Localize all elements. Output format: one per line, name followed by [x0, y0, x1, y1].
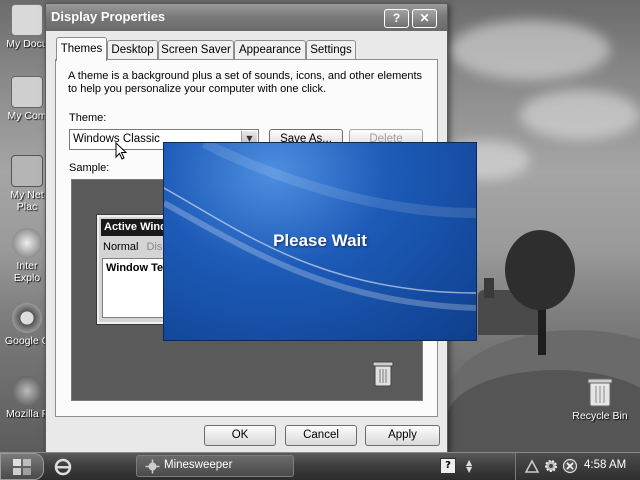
ok-button[interactable]: OK — [204, 425, 276, 446]
network-places-icon — [11, 155, 43, 187]
system-tray: 4:58 AM — [515, 453, 640, 480]
tree-canopy — [505, 230, 575, 310]
cancel-button[interactable]: Cancel — [285, 425, 357, 446]
close-button[interactable]: ✕ — [412, 9, 437, 28]
windows-logo-icon — [13, 459, 31, 475]
help-tray-icon[interactable]: ? — [440, 458, 456, 474]
sample-menu-normal: Normal — [103, 241, 139, 253]
sample-menu-disabled: Dis — [146, 241, 163, 253]
system-clock[interactable]: 4:58 AM — [584, 459, 626, 471]
sample-window-text: Window Te — [106, 262, 164, 274]
cloud — [520, 90, 640, 140]
help-button[interactable]: ? — [384, 9, 409, 28]
sample-label: Sample: — [69, 162, 110, 174]
apply-button[interactable]: Apply — [365, 425, 440, 446]
sample-menu-bar: Normal Dis — [103, 241, 170, 253]
taskbar-button-minesweeper[interactable]: Minesweeper — [136, 455, 294, 477]
please-wait-dialog: Please Wait — [163, 142, 477, 341]
tab-appearance[interactable]: Appearance — [234, 40, 306, 60]
mouse-cursor-icon — [115, 142, 127, 160]
recycle-bin-icon — [587, 378, 613, 407]
taskbar: Minesweeper ? ▲ ▼ 4:58 AM — [0, 452, 640, 480]
start-button[interactable] — [0, 453, 44, 480]
window-title: Display Properties — [51, 9, 166, 24]
please-wait-message: Please Wait — [273, 231, 367, 250]
themes-description: A theme is a background plus a set of so… — [68, 70, 423, 95]
tab-desktop[interactable]: Desktop — [107, 40, 158, 60]
gear-icon[interactable] — [543, 458, 559, 474]
tab-settings[interactable]: Settings — [306, 40, 356, 60]
cloud — [450, 20, 610, 80]
google-chrome-icon — [12, 303, 42, 333]
desktop-icon-recycle-bin[interactable]: Recycle Bin — [570, 376, 630, 422]
cottage-chimney — [484, 278, 494, 298]
internet-explorer-icon[interactable] — [54, 458, 72, 476]
network-tray-icon[interactable] — [524, 458, 540, 474]
security-alert-icon[interactable] — [562, 458, 578, 474]
my-computer-icon — [11, 76, 43, 108]
mozilla-firefox-icon — [12, 376, 42, 406]
desktop-icon-label: Recycle Bin — [572, 410, 628, 422]
my-documents-icon — [11, 4, 43, 36]
recycle-bin-icon — [372, 361, 394, 387]
tab-themes[interactable]: Themes — [56, 37, 107, 61]
minesweeper-icon — [145, 459, 160, 474]
internet-explorer-icon — [12, 228, 42, 258]
tab-screen-saver[interactable]: Screen Saver — [158, 40, 234, 60]
theme-label: Theme: — [69, 112, 107, 124]
taskbar-button-label: Minesweeper — [164, 459, 233, 471]
chevron-up-down-icon[interactable]: ▲ ▼ — [466, 459, 472, 474]
window-titlebar[interactable]: Display Properties ? ✕ — [46, 4, 447, 31]
